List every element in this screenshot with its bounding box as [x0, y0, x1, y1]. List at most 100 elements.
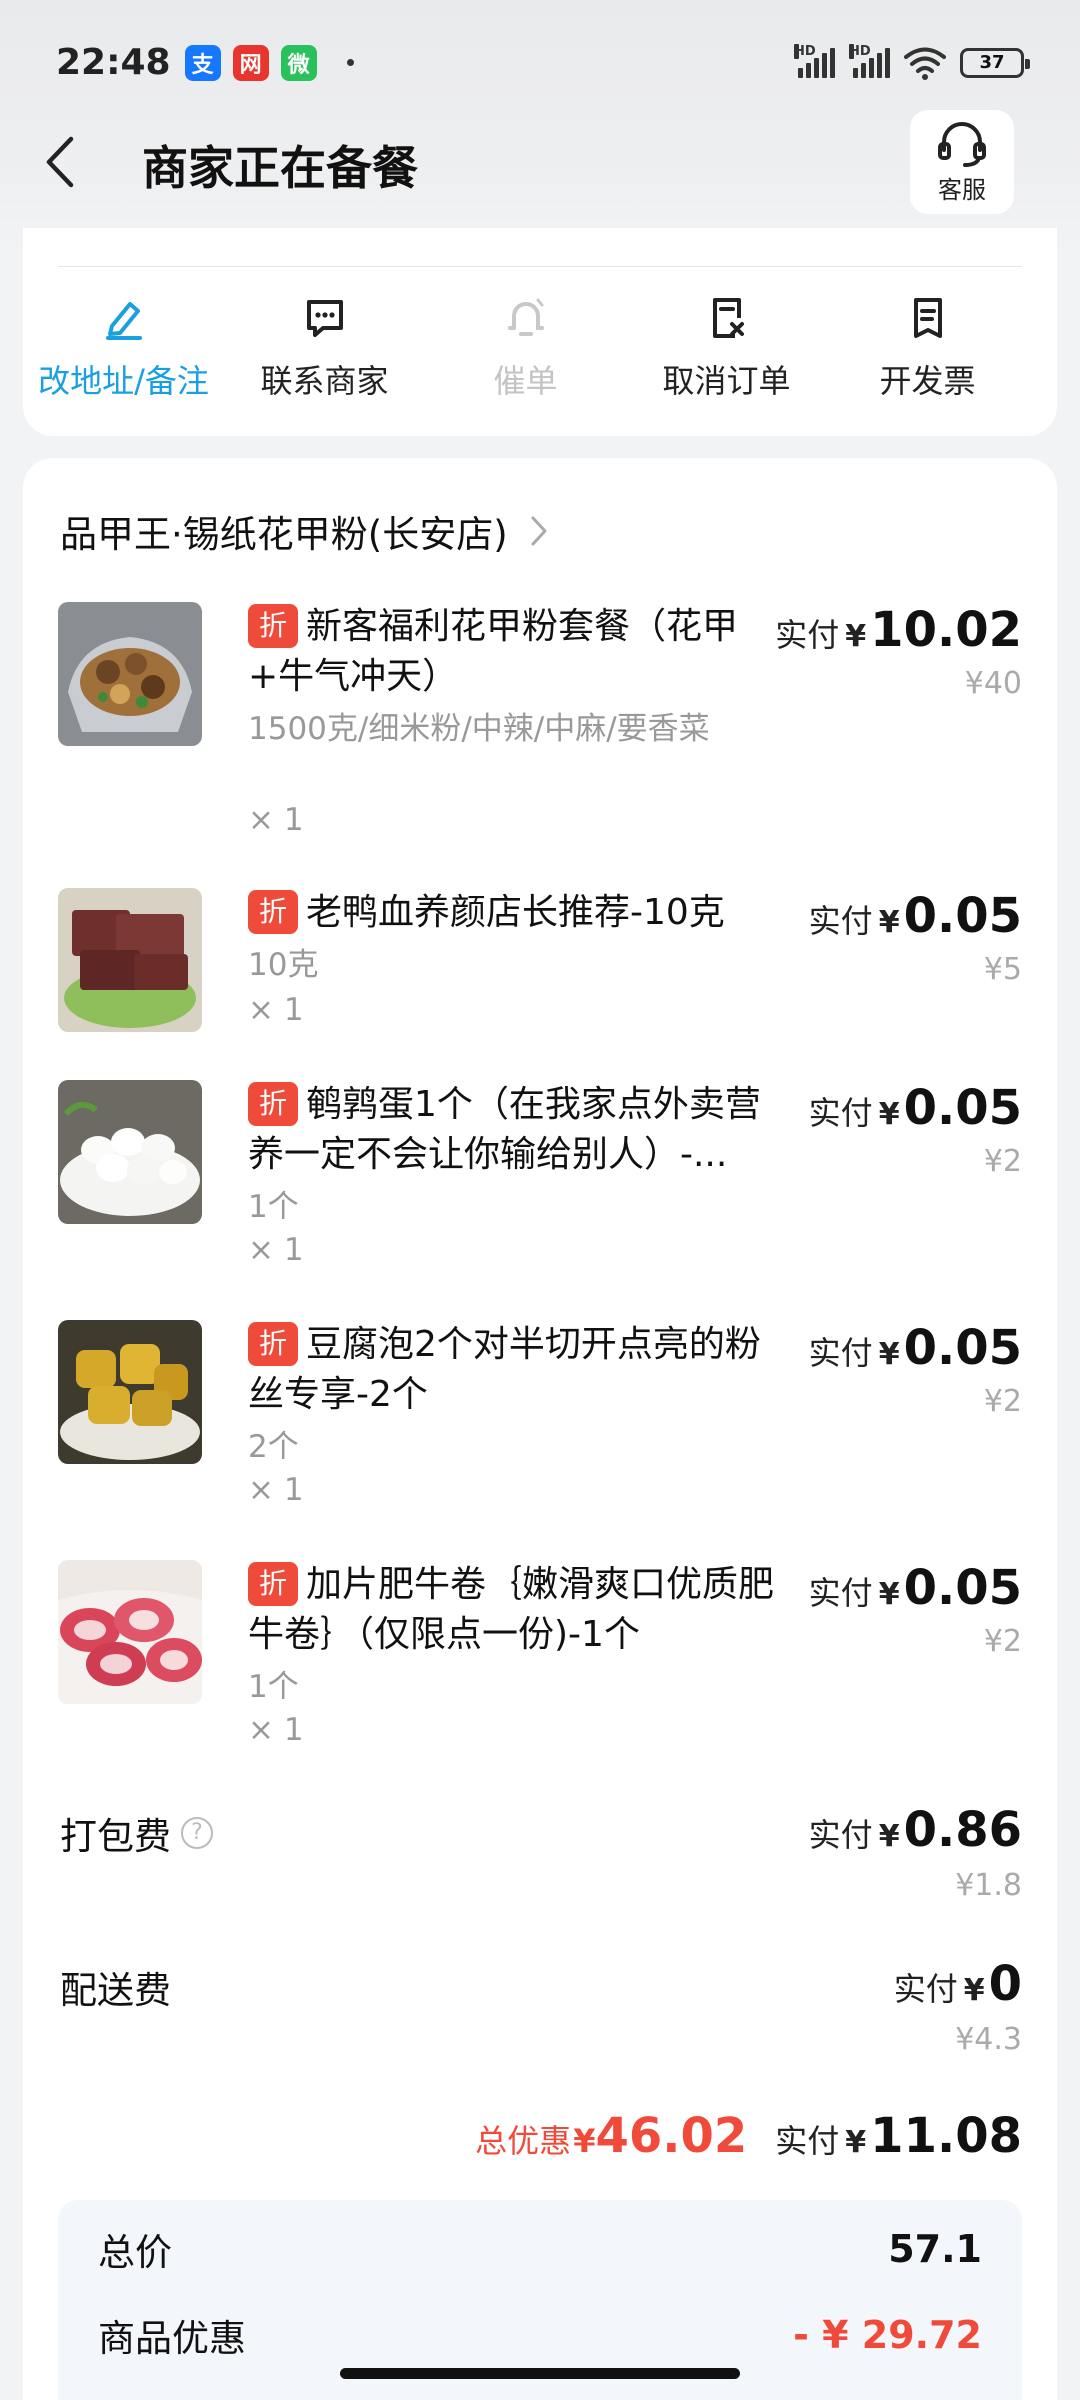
order-total-line: 总优惠 ¥ 46.02 实付 ¥11.08 — [475, 2108, 1022, 2164]
item-original-price: ¥2 — [983, 1624, 1022, 1659]
item-image — [58, 1080, 202, 1224]
item-quantity: × 1 — [248, 1472, 304, 1508]
wechat-icon: 微 — [280, 44, 317, 81]
item-spec: 2个 — [248, 1429, 299, 1465]
total-discount-amount: 46.02 — [595, 2108, 748, 2164]
status-bar: 22:48 支 网 微 HD HD 37 — [0, 0, 1080, 125]
goods-discount-row: 商品优惠 - ¥ 29.72 — [98, 2308, 982, 2362]
total-price-label: 总价 — [98, 2231, 172, 2274]
edit-address-note-button[interactable]: 改地址/备注 — [23, 290, 224, 402]
item-paid: 实付 ¥10.02 — [775, 602, 1022, 658]
item-title: 折新客福利花甲粉套餐（花甲+牛气冲天） — [248, 604, 739, 697]
page-header: 商家正在备餐 客服 — [0, 110, 1080, 220]
packing-fee-label: 打包费 ? — [60, 1806, 213, 1860]
status-time: 22:48 — [56, 42, 171, 83]
news-app-icon: 网 — [232, 44, 269, 81]
customer-service-button[interactable]: 客服 — [910, 110, 1014, 214]
delivery-fee-paid: 实付 ¥0 — [893, 1956, 1022, 2012]
cancel-order-button[interactable]: 取消订单 — [626, 290, 827, 402]
item-title: 折鹌鹑蛋1个（在我家点外卖营养一定不会让你输给别人）-... — [248, 1082, 761, 1175]
customer-service-label: 客服 — [938, 175, 986, 204]
delivery-fee-amount: 0 — [988, 1956, 1022, 2012]
item-paid-amount: 0.05 — [903, 1320, 1022, 1376]
shop-name: 品甲王·锡纸花甲粉(长安店) — [60, 513, 508, 556]
item-original-price: ¥2 — [983, 1144, 1022, 1179]
goods-discount-label: 商品优惠 — [98, 2317, 246, 2360]
item-paid: 实付 ¥0.05 — [808, 1320, 1022, 1376]
item-image — [58, 1560, 202, 1704]
goods-discount-value: - ¥ 29.72 — [793, 2313, 982, 2357]
item-spec: 1500克/细米粉/中辣/中麻/要香菜 — [248, 711, 710, 747]
alipay-icon: 支 — [184, 44, 221, 81]
status-app-icons: 支 网 微 — [184, 44, 354, 81]
delivery-fee-original: ¥4.3 — [955, 2022, 1022, 2057]
chat-icon — [306, 300, 343, 337]
back-button[interactable] — [30, 132, 90, 192]
discount-tag: 折 — [248, 1562, 298, 1606]
item-paid: 实付 ¥0.05 — [808, 1080, 1022, 1136]
item-image — [58, 602, 202, 746]
item-quantity: × 1 — [248, 1712, 304, 1748]
order-actions: 改地址/备注 联系商家 催单 取消订单 开发票 — [23, 290, 1057, 402]
item-paid: 实付 ¥0.05 — [808, 1560, 1022, 1616]
shop-name-link[interactable]: 品甲王·锡纸花甲粉(长安店) — [60, 504, 548, 558]
signal-icon-2: HD — [849, 43, 890, 78]
notification-dot — [346, 59, 354, 66]
bell-icon — [507, 298, 544, 336]
item-title: 折豆腐泡2个对半切开点亮的粉丝专享-2个 — [248, 1322, 761, 1415]
item-quantity: × 1 — [248, 1232, 304, 1268]
action-label: 改地址/备注 — [38, 362, 209, 400]
total-price-row: 总价 57.1 — [98, 2222, 982, 2276]
order-item[interactable]: 折豆腐泡2个对半切开点亮的粉丝专享-2个 2个 × 1 实付 ¥0.05 ¥2 — [58, 1320, 1022, 1510]
urge-order-button[interactable]: 催单 — [425, 290, 626, 402]
order-item[interactable]: 折新客福利花甲粉套餐（花甲+牛气冲天） 1500克/细米粉/中辣/中麻/要香菜 … — [58, 602, 1022, 842]
help-icon[interactable]: ? — [181, 1817, 213, 1849]
contact-merchant-button[interactable]: 联系商家 — [224, 290, 425, 402]
item-original-price: ¥40 — [964, 666, 1022, 701]
item-image — [58, 888, 202, 1032]
packing-fee-amount: 0.86 — [903, 1802, 1022, 1858]
order-item[interactable]: 折加片肥牛卷｛嫩滑爽口优质肥牛卷｝（仅限点一份)-1个 1个 × 1 实付 ¥0.… — [58, 1560, 1022, 1750]
cancel-order-icon — [712, 298, 744, 338]
packing-fee-paid: 实付 ¥0.86 — [808, 1802, 1022, 1858]
order-item[interactable]: 折鹌鹑蛋1个（在我家点外卖营养一定不会让你输给别人）-... 1个 × 1 实付… — [58, 1080, 1022, 1270]
chevron-left-icon — [46, 136, 74, 188]
item-title: 折加片肥牛卷｛嫩滑爽口优质肥牛卷｝（仅限点一份)-1个 — [248, 1562, 775, 1655]
item-original-price: ¥2 — [983, 1384, 1022, 1419]
discount-tag: 折 — [248, 890, 298, 934]
headset-icon — [938, 121, 986, 167]
item-quantity: × 1 — [248, 802, 304, 838]
discount-tag: 折 — [248, 604, 298, 648]
item-paid-amount: 0.05 — [903, 1080, 1022, 1136]
item-paid-amount: 0.05 — [903, 888, 1022, 944]
item-spec: 1个 — [248, 1669, 299, 1705]
item-paid-amount: 10.02 — [870, 602, 1022, 658]
invoice-button[interactable]: 开发票 — [827, 290, 1028, 402]
divider — [58, 266, 1022, 267]
wifi-icon — [904, 47, 946, 80]
action-label: 开发票 — [879, 362, 976, 400]
invoice-icon — [913, 298, 942, 338]
home-indicator[interactable] — [340, 2368, 740, 2379]
packing-fee-original: ¥1.8 — [955, 1868, 1022, 1903]
item-original-price: ¥5 — [983, 952, 1022, 987]
item-spec: 10克 — [248, 947, 319, 983]
battery-icon: 37 — [960, 47, 1030, 78]
signal-icon: HD — [794, 43, 835, 78]
item-paid-amount: 0.05 — [903, 1560, 1022, 1616]
total-paid-amount: 11.08 — [870, 2108, 1022, 2164]
total-price-value: 57.1 — [888, 2227, 982, 2271]
item-quantity: × 1 — [248, 992, 304, 1028]
order-detail-card: 品甲王·锡纸花甲粉(长安店) 折新客福利花甲粉套餐（花甲+牛气冲天） 1500克… — [23, 458, 1057, 2400]
action-label: 催单 — [493, 362, 558, 400]
order-item[interactable]: 折老鸭血养颜店长推荐-10克 10克 × 1 实付 ¥0.05 ¥5 — [58, 888, 1022, 1032]
item-image — [58, 1320, 202, 1464]
delivery-fee-label: 配送费 — [60, 1969, 171, 2012]
action-label: 取消订单 — [662, 362, 791, 400]
chevron-right-icon — [531, 516, 547, 546]
item-spec: 1个 — [248, 1189, 299, 1225]
item-paid: 实付 ¥0.05 — [808, 888, 1022, 944]
order-actions-card: 改地址/备注 联系商家 催单 取消订单 开发票 — [23, 228, 1057, 436]
action-label: 联系商家 — [260, 362, 389, 400]
discount-tag: 折 — [248, 1082, 298, 1126]
